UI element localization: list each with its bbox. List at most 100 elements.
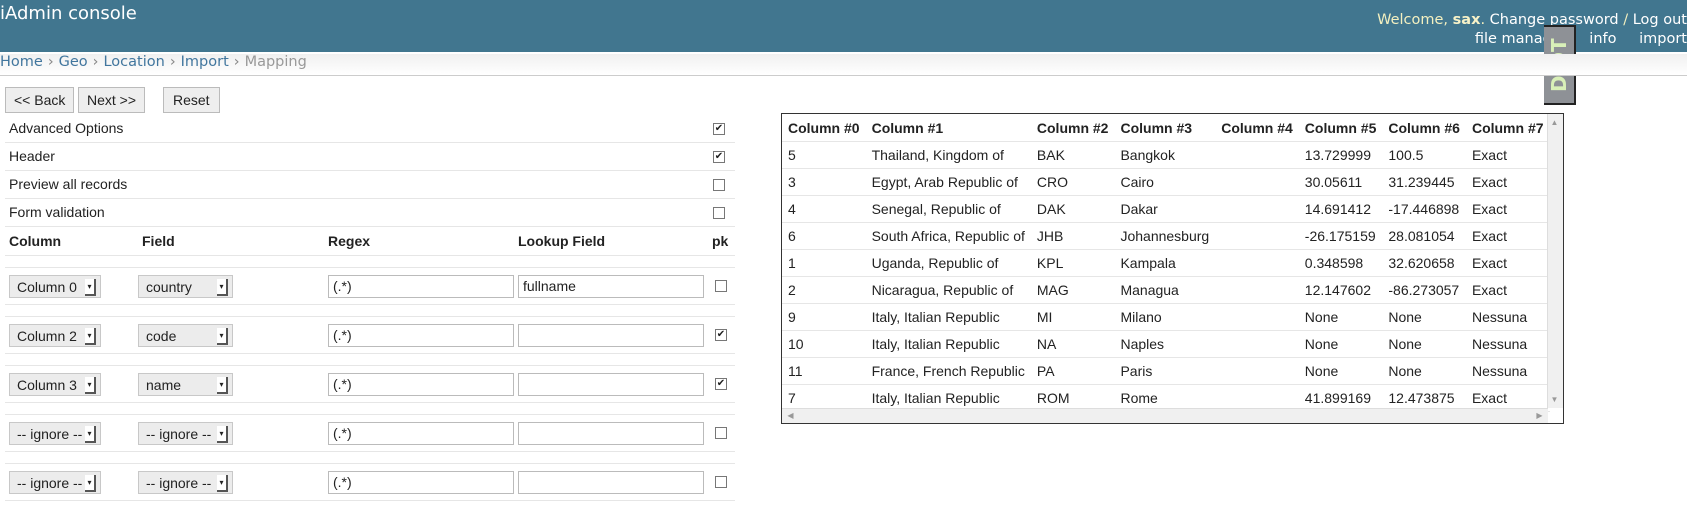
scroll-right-icon[interactable]: ▶: [1533, 409, 1546, 422]
option-row: Advanced Options ✔: [5, 115, 735, 143]
preview-cell: Uganda, Republic of: [865, 249, 1031, 277]
breadcrumb-current: Mapping: [244, 54, 307, 70]
preview-cell: None: [1298, 303, 1383, 331]
lookup-field-input[interactable]: [518, 324, 704, 347]
preview-cell: 12.147602: [1298, 276, 1383, 304]
preview-cell: 32.620658: [1382, 249, 1466, 277]
horizontal-scrollbar[interactable]: ◀ ▶: [782, 408, 1548, 423]
pk-checkbox[interactable]: [715, 427, 727, 439]
pk-checkbox[interactable]: ✔: [715, 378, 727, 390]
preview-row: 1 Uganda, Republic of KPL Kampala 0.348598 32…: [782, 249, 1550, 277]
option-label: Form validation: [9, 204, 105, 220]
option-row: Preview all records: [5, 171, 735, 199]
preview-row: 2 Nicaragua, Republic of MAG Managua 12.1476…: [782, 276, 1550, 304]
field-select[interactable]: -- ignore -- ▾: [138, 422, 233, 445]
option-checkbox[interactable]: ✔: [713, 123, 725, 135]
preview-cell: None: [1382, 357, 1466, 385]
preview-row: 5 Thailand, Kingdom of BAK Bangkok 13.729999…: [782, 141, 1550, 169]
info-link[interactable]: info: [1589, 31, 1616, 47]
reset-button[interactable]: Reset: [163, 87, 220, 113]
chevron-down-icon: ▾: [85, 426, 96, 443]
column-select-value: -- ignore --: [17, 426, 83, 442]
preview-cell: Nessuna: [1465, 357, 1550, 385]
column-select[interactable]: Column 2 ▾: [9, 324, 101, 347]
vertical-scrollbar[interactable]: ▲ ▼: [1547, 114, 1563, 408]
column-select[interactable]: -- ignore -- ▾: [9, 471, 101, 494]
field-select[interactable]: name ▾: [138, 373, 233, 396]
option-checkbox[interactable]: [713, 207, 725, 219]
column-select-value: Column 0: [17, 279, 77, 295]
preview-cell: 11: [782, 357, 866, 385]
preview-cell: Exact: [1465, 276, 1550, 304]
import-link[interactable]: import: [1639, 31, 1687, 47]
field-select[interactable]: country ▾: [138, 275, 233, 298]
preview-cell: [1215, 303, 1299, 331]
preview-column-header: Column #3: [1114, 114, 1216, 142]
preview-cell: Bangkok: [1114, 141, 1216, 169]
field-select-value: -- ignore --: [146, 475, 212, 491]
preview-row: 11 France, French Republic PA Paris None None…: [782, 357, 1550, 385]
preview-cell: [1215, 222, 1299, 250]
preview-cell: -17.446898: [1382, 195, 1466, 223]
pk-checkbox[interactable]: [715, 280, 727, 292]
preview-cell: Milano: [1114, 303, 1216, 331]
preview-cell: Italy, Italian Republic: [865, 303, 1031, 331]
back-button[interactable]: << Back: [5, 87, 75, 113]
preview-cell: Paris: [1114, 357, 1216, 385]
chevron-down-icon: ▾: [85, 377, 96, 394]
preview-cell: [1215, 249, 1299, 277]
lookup-field-input[interactable]: fullname: [518, 275, 704, 298]
field-select-value: code: [146, 328, 177, 344]
pk-checkbox[interactable]: [715, 476, 727, 488]
field-select[interactable]: -- ignore -- ▾: [138, 471, 233, 494]
preview-cell: 1: [782, 249, 866, 277]
preview-cell: 9: [782, 303, 866, 331]
top-bar: iAdmin console Welcome, sax. Change pass…: [0, 0, 1687, 52]
regex-input[interactable]: (.*): [328, 471, 514, 494]
chevron-down-icon: ▾: [85, 475, 96, 492]
regex-input[interactable]: (.*): [328, 324, 514, 347]
chevron-down-icon: ▾: [85, 328, 96, 345]
lookup-field-input[interactable]: [518, 422, 704, 445]
scroll-left-icon[interactable]: ◀: [784, 409, 797, 422]
app-title: iAdmin console: [0, 3, 137, 24]
preview-table-container: Column #0 Column #1 Column #2 Column #3 Colu…: [781, 113, 1564, 424]
breadcrumb-location[interactable]: Location: [103, 54, 164, 70]
logout-link[interactable]: Log out: [1633, 12, 1687, 28]
column-select[interactable]: Column 3 ▾: [9, 373, 101, 396]
field-select-value: country: [146, 279, 192, 295]
lookup-field-input[interactable]: [518, 471, 704, 494]
preview-cell: JHB: [1030, 222, 1115, 250]
preview-cell: Dakar: [1114, 195, 1216, 223]
breadcrumb-home[interactable]: Home: [0, 54, 43, 70]
scroll-up-icon[interactable]: ▲: [1548, 116, 1561, 129]
preview-cell: [1215, 195, 1299, 223]
preview-header-row: Column #0 Column #1 Column #2 Column #3 Colu…: [782, 114, 1550, 142]
regex-input[interactable]: (.*): [328, 422, 514, 445]
scroll-down-icon[interactable]: ▼: [1548, 393, 1561, 406]
field-select[interactable]: code ▾: [138, 324, 233, 347]
preview-row: 4 Senegal, Republic of DAK Dakar 14.691412 -1…: [782, 195, 1550, 223]
option-checkbox[interactable]: [713, 179, 725, 191]
column-select[interactable]: Column 0 ▾: [9, 275, 101, 298]
preview-cell: 6: [782, 222, 866, 250]
mapping-header-row: Column Field Regex Lookup Field pk: [5, 227, 735, 256]
preview-cell: MI: [1030, 303, 1115, 331]
lookup-field-input[interactable]: [518, 373, 704, 396]
preview-row: 10 Italy, Italian Republic NA Naples None Non…: [782, 330, 1550, 358]
preview-column-header: Column #4: [1215, 114, 1299, 142]
next-button[interactable]: Next >>: [78, 87, 146, 113]
preview-cell: Exact: [1465, 141, 1550, 169]
preview-cell: 13.729999: [1298, 141, 1383, 169]
preview-cell: South Africa, Republic of: [865, 222, 1031, 250]
option-checkbox[interactable]: ✔: [713, 151, 725, 163]
preview-cell: NA: [1030, 330, 1115, 358]
preview-cell: Cairo: [1114, 168, 1216, 196]
pk-checkbox[interactable]: ✔: [715, 329, 727, 341]
preview-cell: MAG: [1030, 276, 1115, 304]
column-select[interactable]: -- ignore -- ▾: [9, 422, 101, 445]
breadcrumb-geo[interactable]: Geo: [59, 54, 88, 70]
regex-input[interactable]: (.*): [328, 275, 514, 298]
breadcrumb-import[interactable]: Import: [181, 54, 229, 70]
regex-input[interactable]: (.*): [328, 373, 514, 396]
